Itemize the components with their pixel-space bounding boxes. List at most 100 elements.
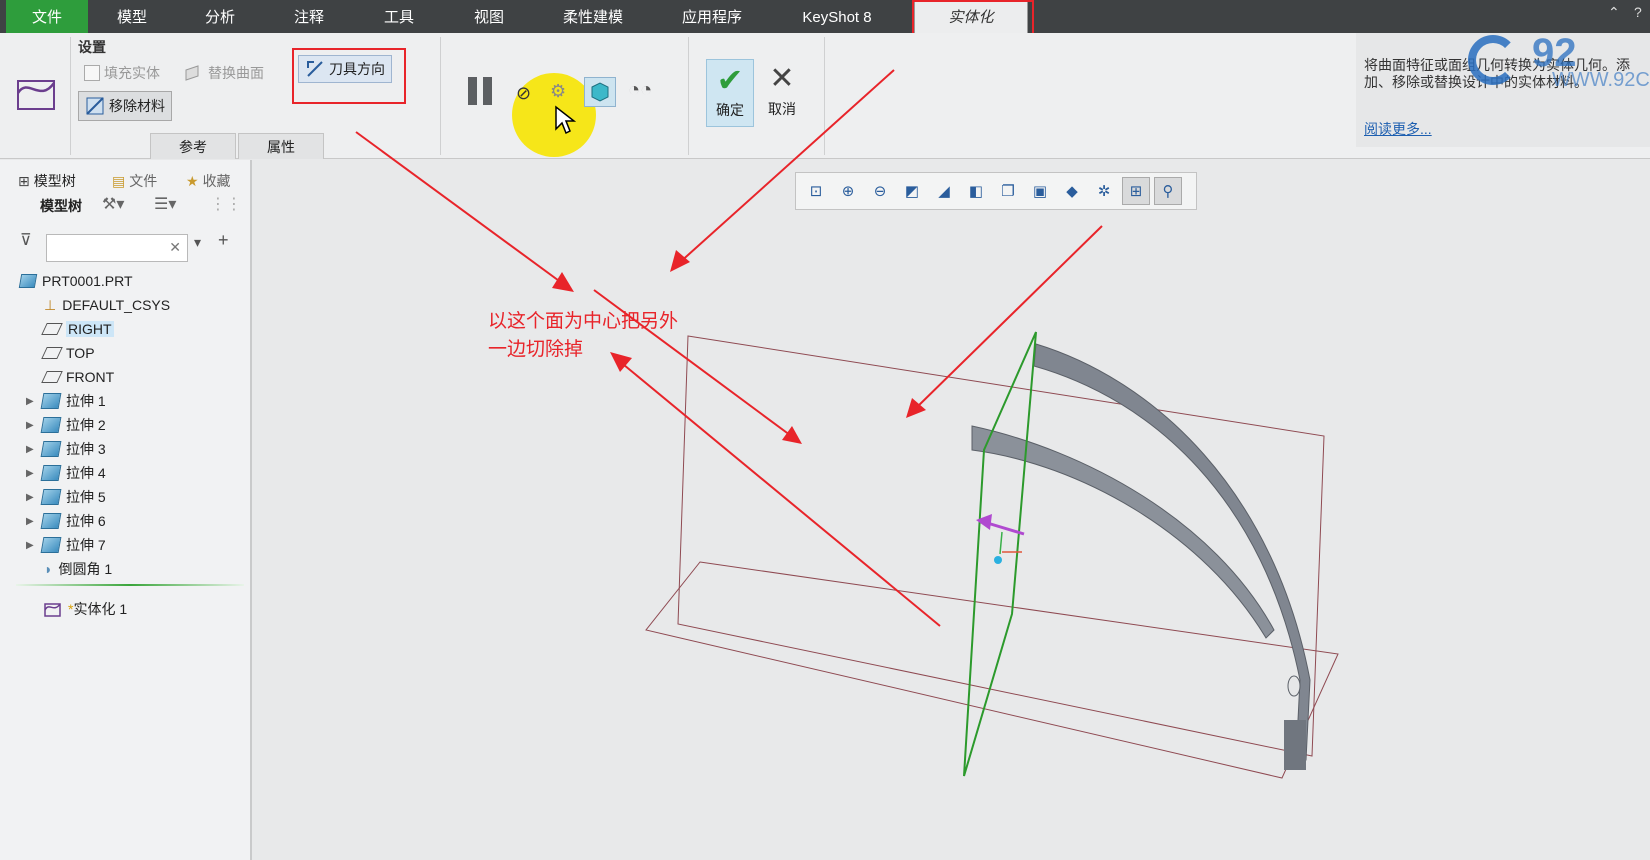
expand-arrow-icon[interactable]: ▶ <box>26 468 36 479</box>
replace-surface-icon <box>185 65 199 81</box>
tree-item-part[interactable]: PRT0001.PRT <box>18 270 133 292</box>
annotation-arrow-2 <box>913 225 1103 411</box>
tree-item-extrude-3[interactable]: ▶ 拉伸 3 <box>26 438 106 460</box>
fill-solid-button[interactable]: 填充实体 <box>84 63 160 83</box>
tab-favorites[interactable]: ★ 收藏 <box>186 166 231 196</box>
model-scene[interactable] <box>254 160 1650 860</box>
part-icon <box>18 274 38 288</box>
plane-icon <box>41 347 63 359</box>
minimize-ribbon-icon[interactable]: ⌃ <box>1608 4 1620 21</box>
search-dropdown-icon[interactable]: ▾ <box>194 234 201 251</box>
tree-filter-settings-icon[interactable]: ⋮⋮ <box>210 194 242 214</box>
tree-search-input[interactable]: ✕ <box>46 234 188 262</box>
replace-surface-label: 替换曲面 <box>208 65 264 81</box>
tree-item-solidify-1[interactable]: * 实体化 1 <box>44 598 127 620</box>
part-hole <box>1287 675 1301 697</box>
settings-group-label: 设置 <box>78 39 106 55</box>
tab-view[interactable]: 视图 <box>444 0 534 33</box>
show-menu-icon[interactable]: ☰▾ <box>154 194 176 214</box>
verify-mode-button[interactable] <box>584 77 616 107</box>
favorites-icon: ★ <box>186 172 199 189</box>
separator <box>70 37 71 155</box>
tree-icon: ⊞ <box>18 172 30 189</box>
tree-item-label: 倒圆角 1 <box>58 561 113 577</box>
verify-icon <box>591 82 609 102</box>
tree-item-extrude-5[interactable]: ▶ 拉伸 5 <box>26 486 106 508</box>
remove-material-icon <box>86 97 104 115</box>
expand-arrow-icon[interactable]: ▶ <box>26 444 36 455</box>
tree-item-label: TOP <box>66 345 95 361</box>
part-tab <box>1284 720 1306 770</box>
tree-item-label: DEFAULT_CSYS <box>62 297 171 313</box>
expand-arrow-icon[interactable]: ▶ <box>26 492 36 503</box>
tab-model[interactable]: 模型 <box>88 0 176 33</box>
solidify-feature-icon <box>16 80 56 110</box>
tree-item-label: 拉伸 6 <box>66 513 106 529</box>
tree-item-label: 拉伸 5 <box>66 489 106 505</box>
tab-file[interactable]: 文件 <box>6 0 88 33</box>
no-preview-icon[interactable]: ⊘ <box>516 83 531 104</box>
solidify-icon <box>44 603 61 617</box>
filter-icon[interactable]: ⊽ <box>20 230 32 250</box>
tree-item-label: 拉伸 1 <box>66 393 106 409</box>
remove-material-button[interactable]: 移除材料 <box>78 91 172 121</box>
tree-item-front-plane[interactable]: FRONT <box>41 366 114 388</box>
separator <box>824 37 825 155</box>
tree-settings-icon[interactable]: ⚒▾ <box>102 194 124 214</box>
replace-surface-button[interactable]: 替换曲面 <box>184 63 264 83</box>
extrude-icon <box>40 489 62 505</box>
add-item-icon[interactable]: + <box>218 230 229 251</box>
tree-item-csys[interactable]: ⊥ DEFAULT_CSYS <box>44 294 170 316</box>
tab-properties[interactable]: 属性 <box>238 133 324 159</box>
tree-item-right-plane[interactable]: RIGHT <box>41 318 114 340</box>
remove-material-label: 移除材料 <box>109 98 165 114</box>
tab-flexible-modeling[interactable]: 柔性建模 <box>534 0 652 33</box>
tree-item-round-1[interactable]: ◗ 倒圆角 1 <box>44 558 112 580</box>
expand-arrow-icon[interactable]: ▶ <box>26 396 36 407</box>
help-icon[interactable]: ? <box>1634 4 1642 20</box>
annotation-callout: 以这个面为中心把另外 一边切除掉 <box>488 308 678 364</box>
tab-references[interactable]: 参考 <box>150 133 236 159</box>
csys-origin <box>994 556 1002 564</box>
glasses-icon[interactable]: ◔◔ <box>628 79 652 102</box>
clear-icon[interactable]: ✕ <box>169 239 181 256</box>
read-more-link[interactable]: 阅读更多... <box>1364 119 1432 139</box>
watermark-logo-icon <box>1468 35 1518 85</box>
info-panel: 将曲面特征或面组几何转换为实体几何。添加、移除或替换设计中的实体材料。 阅读更多… <box>1356 31 1650 147</box>
tree-item-top-plane[interactable]: TOP <box>41 342 95 364</box>
tree-item-extrude-4[interactable]: ▶ 拉伸 4 <box>26 462 106 484</box>
fill-solid-icon <box>84 65 100 81</box>
pause-button[interactable] <box>468 77 498 107</box>
expand-arrow-icon[interactable]: ▶ <box>26 540 36 551</box>
separator <box>440 37 441 155</box>
tab-model-tree[interactable]: ⊞ 模型树 <box>18 166 76 196</box>
tree-item-extrude-6[interactable]: ▶ 拉伸 6 <box>26 510 106 532</box>
ok-label: 确定 <box>716 102 744 118</box>
tree-item-label: 拉伸 3 <box>66 441 106 457</box>
tree-item-extrude-7[interactable]: ▶ 拉伸 7 <box>26 534 106 556</box>
tree-item-extrude-1[interactable]: ▶ 拉伸 1 <box>26 390 106 412</box>
tab-analysis[interactable]: 分析 <box>176 0 264 33</box>
preview-icon[interactable]: ⚙ <box>550 81 566 102</box>
folder-icon: ▤ <box>112 172 126 189</box>
cancel-button[interactable]: ✕ 取消 <box>758 59 806 127</box>
expand-arrow-icon[interactable]: ▶ <box>26 516 36 527</box>
separator <box>688 37 689 155</box>
tree-item-label: 拉伸 2 <box>66 417 106 433</box>
ok-button[interactable]: ✔ 确定 <box>706 59 754 127</box>
tab-annotate[interactable]: 注释 <box>264 0 354 33</box>
plane-icon <box>41 371 63 383</box>
extrude-icon <box>40 417 62 433</box>
checkmark-icon: ✔ <box>716 62 744 98</box>
tab-tools[interactable]: 工具 <box>354 0 444 33</box>
tab-folder-browser[interactable]: ▤ 文件 <box>112 166 157 196</box>
mouse-cursor-icon <box>555 105 576 135</box>
expand-arrow-icon[interactable]: ▶ <box>26 420 36 431</box>
tab-keyshot[interactable]: KeyShot 8 <box>772 0 902 33</box>
csys-icon: ⊥ <box>44 296 57 313</box>
tree-item-extrude-2[interactable]: ▶ 拉伸 2 <box>26 414 106 436</box>
close-icon: ✕ <box>769 62 795 95</box>
tab-applications[interactable]: 应用程序 <box>652 0 772 33</box>
extrude-icon <box>40 513 62 529</box>
tool-direction-highlight <box>292 48 406 104</box>
